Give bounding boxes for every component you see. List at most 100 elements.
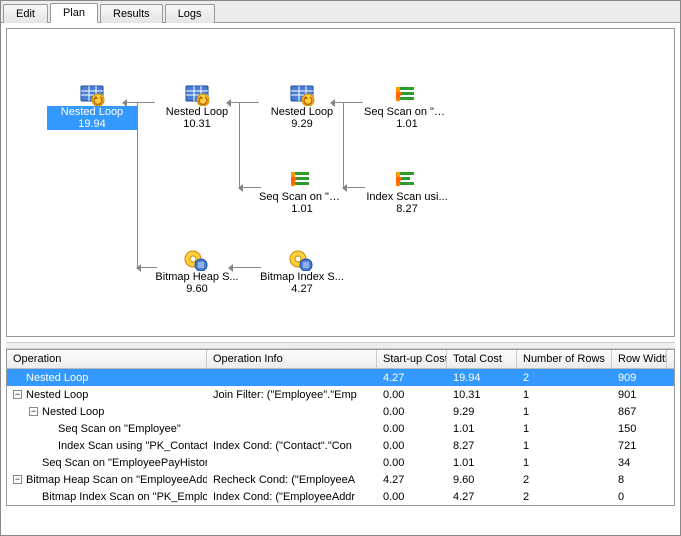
cell-operation: Bitmap Index Scan on "PK_Employ (7, 490, 207, 504)
node-cost: 1.01 (257, 203, 347, 215)
cell-total: 9.60 (447, 473, 517, 487)
cell-rows: 2 (517, 490, 612, 504)
cell-width: 901 (612, 388, 667, 402)
tab-edit[interactable]: Edit (3, 4, 48, 23)
col-total-cost[interactable]: Total Cost (447, 350, 517, 368)
tab-logs[interactable]: Logs (165, 4, 215, 23)
splitter-handle[interactable]: ········································… (6, 342, 675, 349)
col-operation[interactable]: Operation (7, 350, 207, 368)
tree-toggle-icon[interactable]: − (13, 475, 22, 484)
cell-width: 721 (612, 439, 667, 453)
plan-node-nested-loop[interactable]: Nested Loop 9.29 (257, 84, 347, 130)
cell-operation: Seq Scan on "Employee" (7, 422, 207, 436)
cell-rows: 1 (517, 388, 612, 402)
grid-row[interactable]: Nested Loop4.2719.942909 (7, 369, 674, 386)
cell-info (207, 377, 377, 379)
operation-text: Nested Loop (42, 406, 104, 418)
plan-diagram[interactable]: Nested Loop 19.94 Nested Loop 10.31 Nest… (6, 28, 675, 337)
node-label: Nested Loop (47, 106, 137, 118)
cell-total: 1.01 (447, 456, 517, 470)
cell-info: Index Cond: ("Contact"."Con (207, 439, 377, 453)
tree-toggle-icon[interactable]: − (29, 407, 38, 416)
node-cost: 19.94 (47, 118, 137, 130)
node-cost: 1.01 (362, 118, 452, 130)
cell-rows: 1 (517, 422, 612, 436)
cell-info (207, 462, 377, 464)
col-operation-info[interactable]: Operation Info (207, 350, 377, 368)
seq-scan-icon (396, 84, 418, 106)
cell-operation: −Bitmap Heap Scan on "EmployeeAddr (7, 473, 207, 487)
col-number-of-rows[interactable]: Number of Rows (517, 350, 612, 368)
tab-bar: Edit Plan Results Logs (1, 1, 680, 23)
grid-row[interactable]: Index Scan using "PK_Contact_Index Cond:… (7, 437, 674, 454)
plan-node-nested-loop[interactable]: Nested Loop 19.94 (47, 84, 137, 130)
node-label: Seq Scan on "E... (257, 191, 347, 203)
bitmap-op-icon (184, 249, 210, 271)
grid-row[interactable]: −Nested LoopJoin Filter: ("Employee"."Em… (7, 386, 674, 403)
grid-row[interactable]: Seq Scan on "Employee"0.001.011150 (7, 420, 674, 437)
node-label: Nested Loop (152, 106, 242, 118)
plan-node-bitmap-heap[interactable]: Bitmap Heap S... 9.60 (152, 249, 242, 295)
cell-width: 150 (612, 422, 667, 436)
plan-node-seq-scan[interactable]: Seq Scan on "E... 1.01 (257, 169, 347, 215)
cell-info: Recheck Cond: ("EmployeeA (207, 473, 377, 487)
nested-loop-icon (289, 84, 315, 106)
cell-rows: 1 (517, 456, 612, 470)
plan-node-bitmap-index[interactable]: Bitmap Index S... 4.27 (257, 249, 347, 295)
cell-total: 1.01 (447, 422, 517, 436)
cell-total: 4.27 (447, 490, 517, 504)
plan-node-nested-loop[interactable]: Nested Loop 10.31 (152, 84, 242, 130)
cell-info (207, 428, 377, 430)
grid-row[interactable]: −Nested Loop0.009.291867 (7, 403, 674, 420)
cell-operation: Index Scan using "PK_Contact_ (7, 439, 207, 453)
cell-width: 8 (612, 473, 667, 487)
node-cost: 8.27 (362, 203, 452, 215)
cell-startup: 0.00 (377, 405, 447, 419)
cell-info: Index Cond: ("EmployeeAddr (207, 490, 377, 504)
operation-grid: Operation Operation Info Start-up Cost T… (6, 349, 675, 506)
nested-loop-icon (79, 84, 105, 106)
cell-width: 0 (612, 490, 667, 504)
cell-startup: 0.00 (377, 456, 447, 470)
cell-startup: 0.00 (377, 439, 447, 453)
cell-total: 9.29 (447, 405, 517, 419)
seq-scan-icon (291, 169, 313, 191)
tab-results[interactable]: Results (100, 4, 163, 23)
col-row-width[interactable]: Row Width (612, 350, 667, 368)
cell-startup: 4.27 (377, 473, 447, 487)
node-cost: 4.27 (257, 283, 347, 295)
col-startup-cost[interactable]: Start-up Cost (377, 350, 447, 368)
operation-text: Index Scan using "PK_Contact_ (58, 440, 207, 452)
grid-body: Nested Loop4.2719.942909−Nested LoopJoin… (7, 369, 674, 505)
grid-row[interactable]: Seq Scan on "EmployeePayHistory 0.001.011… (7, 454, 674, 471)
cell-total: 19.94 (447, 371, 517, 385)
cell-width: 909 (612, 371, 667, 385)
grid-row[interactable]: −Bitmap Heap Scan on "EmployeeAddrRechec… (7, 471, 674, 488)
node-label: Index Scan usi... (362, 191, 452, 203)
plan-node-seq-scan[interactable]: Seq Scan on "E... 1.01 (362, 84, 452, 130)
cell-operation: Nested Loop (7, 371, 207, 385)
cell-operation: Seq Scan on "EmployeePayHistory (7, 456, 207, 470)
grid-row[interactable]: Bitmap Index Scan on "PK_EmployIndex Con… (7, 488, 674, 505)
cell-startup: 0.00 (377, 388, 447, 402)
plan-node-index-scan[interactable]: Index Scan usi... 8.27 (362, 169, 452, 215)
cell-rows: 2 (517, 371, 612, 385)
tree-toggle-icon[interactable]: − (13, 390, 22, 399)
cell-total: 10.31 (447, 388, 517, 402)
cell-rows: 2 (517, 473, 612, 487)
cell-info: Join Filter: ("Employee"."Emp (207, 388, 377, 402)
cell-rows: 1 (517, 439, 612, 453)
cell-width: 34 (612, 456, 667, 470)
index-scan-icon (396, 169, 418, 191)
node-label: Bitmap Heap S... (152, 271, 242, 283)
node-label: Bitmap Index S... (257, 271, 347, 283)
node-cost: 10.31 (152, 118, 242, 130)
connector (137, 102, 138, 267)
node-label: Nested Loop (257, 106, 347, 118)
cell-rows: 1 (517, 405, 612, 419)
node-cost: 9.29 (257, 118, 347, 130)
cell-info (207, 411, 377, 413)
cell-total: 8.27 (447, 439, 517, 453)
nested-loop-icon (184, 84, 210, 106)
tab-plan[interactable]: Plan (50, 3, 98, 23)
